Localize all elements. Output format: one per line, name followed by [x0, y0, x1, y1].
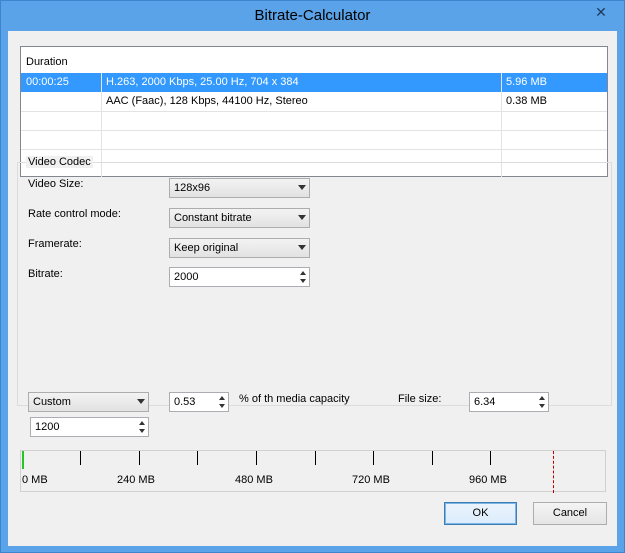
- window-title: Bitrate-Calculator: [254, 7, 371, 24]
- ruler-tick: [197, 451, 198, 465]
- arrow-up-icon[interactable]: [139, 421, 145, 425]
- dialog-client: Duration 00:00:25 H.263, 2000 Kbps, 25.0…: [8, 31, 617, 546]
- list-header: Duration: [21, 53, 607, 73]
- video-size-label: Video Size:: [28, 178, 84, 190]
- capacity-limit-marker: [553, 451, 554, 493]
- ruler-label: 720 MB: [352, 474, 390, 486]
- capacity-preset-select[interactable]: Custom: [28, 392, 149, 412]
- chevron-down-icon: [298, 185, 306, 190]
- arrow-up-icon[interactable]: [219, 396, 225, 400]
- ruler-tick: [315, 451, 316, 465]
- title-bar[interactable]: Bitrate-Calculator ✕: [1, 1, 624, 31]
- video-size-value: 128x96: [174, 182, 211, 194]
- grid-line: [21, 130, 607, 131]
- file-size-label: File size:: [398, 393, 442, 405]
- chevron-down-icon: [298, 245, 306, 250]
- file-size-spinner[interactable]: 6.34: [469, 392, 549, 412]
- arrow-down-icon[interactable]: [219, 404, 225, 408]
- arrow-up-icon[interactable]: [539, 396, 545, 400]
- row-duration: 00:00:25: [26, 76, 69, 88]
- ruler-tick: [373, 451, 374, 465]
- bitrate-value: 2000: [174, 271, 199, 283]
- chevron-down-icon: [137, 399, 145, 404]
- stream-list[interactable]: Duration 00:00:25 H.263, 2000 Kbps, 25.0…: [20, 46, 608, 177]
- capacity-ruler: 0 MB 240 MB 480 MB 720 MB 960 MB: [20, 450, 606, 493]
- video-size-select[interactable]: 128x96: [169, 178, 310, 198]
- percent-spinner[interactable]: 0.53: [169, 392, 229, 412]
- spin-arrows[interactable]: [138, 419, 147, 435]
- arrow-down-icon[interactable]: [139, 429, 145, 433]
- ruler-label: 0 MB: [22, 474, 48, 486]
- grid-line: [21, 149, 607, 150]
- ruler-tick: [139, 451, 140, 465]
- ruler-label: 480 MB: [235, 474, 273, 486]
- current-size-marker: [22, 451, 24, 469]
- arrow-up-icon[interactable]: [300, 271, 306, 275]
- close-icon[interactable]: ✕: [584, 2, 618, 22]
- chevron-down-icon: [298, 215, 306, 220]
- row-size: 0.38 MB: [506, 95, 547, 107]
- window: Bitrate-Calculator ✕ Duration 00:00:25 H…: [0, 0, 625, 553]
- ruler-label: 960 MB: [469, 474, 507, 486]
- arrow-down-icon[interactable]: [539, 404, 545, 408]
- custom-size-value: 1200: [35, 421, 60, 433]
- ruler-tick: [490, 451, 491, 465]
- rate-control-value: Constant bitrate: [174, 212, 252, 224]
- table-row[interactable]: AAC (Faac), 128 Kbps, 44100 Hz, Stereo 0…: [21, 92, 607, 111]
- spin-arrows[interactable]: [538, 394, 547, 410]
- percent-value: 0.53: [174, 396, 196, 408]
- capacity-preset-value: Custom: [33, 396, 71, 408]
- bitrate-label: Bitrate:: [28, 268, 63, 280]
- ruler-label: 240 MB: [117, 474, 155, 486]
- ruler-tick: [432, 451, 433, 465]
- ok-button[interactable]: OK: [444, 502, 517, 525]
- cancel-button[interactable]: Cancel: [533, 502, 607, 525]
- row-codec: H.263, 2000 Kbps, 25.00 Hz, 704 x 384: [106, 76, 299, 88]
- video-codec-group: [17, 162, 612, 406]
- rate-control-select[interactable]: Constant bitrate: [169, 208, 310, 228]
- spin-arrows[interactable]: [299, 269, 308, 285]
- ruler-tick: [256, 451, 257, 465]
- file-size-value: 6.34: [474, 396, 496, 408]
- row-size: 5.96 MB: [506, 76, 547, 88]
- framerate-label: Framerate:: [28, 238, 82, 250]
- row-duration: [21, 92, 101, 111]
- duration-header: Duration: [26, 56, 68, 68]
- framerate-value: Keep original: [174, 242, 239, 254]
- rate-control-label: Rate control mode:: [28, 208, 121, 220]
- grid-line: [21, 111, 607, 112]
- arrow-down-icon[interactable]: [300, 279, 306, 283]
- row-codec: AAC (Faac), 128 Kbps, 44100 Hz, Stereo: [106, 95, 308, 107]
- percent-label: % of th media capacity: [239, 393, 350, 405]
- group-label: Video Codec: [26, 156, 93, 168]
- custom-size-spinner[interactable]: 1200: [30, 417, 149, 437]
- table-row[interactable]: 00:00:25 H.263, 2000 Kbps, 25.00 Hz, 704…: [21, 73, 607, 92]
- ruler-tick: [80, 451, 81, 465]
- framerate-select[interactable]: Keep original: [169, 238, 310, 258]
- bitrate-spinner[interactable]: 2000: [169, 267, 310, 287]
- spin-arrows[interactable]: [218, 394, 227, 410]
